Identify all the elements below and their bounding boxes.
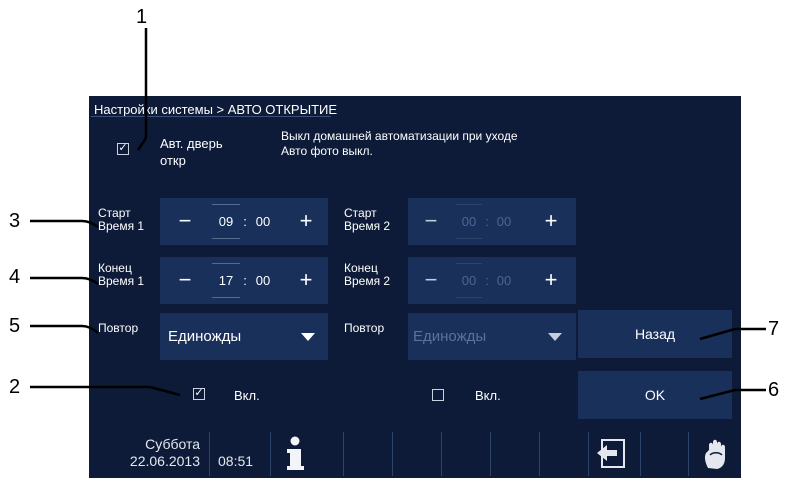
info-icon[interactable] [282, 433, 308, 473]
start-time-1-minute[interactable]: 00 [250, 214, 276, 229]
start-time-1-increment-button[interactable]: + [293, 210, 319, 232]
back-to-screen-icon[interactable] [593, 436, 631, 472]
callout-7: 7 [768, 318, 780, 340]
repeat-1-dropdown-arrow-icon [301, 333, 315, 341]
enable-1-label: Вкл. [234, 388, 260, 403]
status-separator [441, 432, 442, 476]
end-time-1-minute[interactable]: 00 [250, 273, 276, 288]
auto-door-checkbox[interactable]: ✓ [117, 143, 129, 155]
breadcrumb: Настройки системы > АВТО ОТКРЫТИЕ [94, 102, 338, 117]
end-time-1-hour[interactable]: 17 [212, 273, 240, 288]
auto-door-info: Выкл домашней автоматизации при уходе Ав… [281, 129, 518, 158]
status-separator [490, 432, 491, 476]
repeat-1-value: Единожды [168, 328, 242, 345]
end-time-1-increment-button[interactable]: + [293, 269, 319, 291]
end-time-1-hour-rule-bottom [212, 297, 240, 298]
end-time-2-hour[interactable]: 00 [456, 273, 482, 288]
end-time-2-minute[interactable]: 00 [492, 273, 516, 288]
end-time-1-hour-rule-top [212, 263, 240, 264]
start-time-2-minute[interactable]: 00 [492, 214, 516, 229]
repeat-2-label: Повтор [344, 321, 385, 335]
callout-2: 2 [9, 376, 21, 398]
hand-touch-icon[interactable] [701, 436, 733, 472]
start-time-1-label: Старт Время 1 [98, 206, 145, 233]
callout-4: 4 [9, 266, 21, 288]
status-separator [588, 432, 589, 476]
enable-1-checkbox[interactable]: ✓ [193, 388, 205, 400]
status-separator [539, 432, 540, 476]
callout-3: 3 [9, 210, 21, 232]
back-button[interactable]: Назад [578, 310, 732, 358]
callout-5: 5 [9, 315, 21, 337]
end-time-2-colon: : [485, 273, 489, 288]
status-date: Суббота 22.06.2013 [129, 436, 200, 469]
callout-1: 1 [136, 6, 148, 28]
end-time-1-colon: : [243, 273, 247, 288]
status-separator [392, 432, 393, 476]
ok-button[interactable]: OK [578, 371, 732, 419]
repeat-2-dropdown-arrow-icon [548, 333, 562, 341]
start-time-1-decrement-button[interactable]: − [172, 210, 198, 232]
start-time-2-label: Старт Время 2 [344, 206, 391, 233]
repeat-1-label: Повтор [98, 321, 139, 335]
start-time-2-hour-rule-top [456, 204, 482, 205]
header-divider [91, 116, 331, 117]
start-time-1-hour-rule-bottom [212, 238, 240, 239]
end-time-2-increment-button[interactable]: + [538, 269, 564, 291]
enable-2-label: Вкл. [475, 388, 501, 403]
status-separator [640, 432, 641, 476]
start-time-2-colon: : [485, 214, 489, 229]
status-separator [343, 432, 344, 476]
end-time-2-hour-rule-top [456, 263, 482, 264]
auto-door-label: Авт. дверь откр [160, 136, 223, 168]
status-separator [270, 432, 271, 476]
start-time-1-hour-rule-top [212, 204, 240, 205]
enable-2-checkbox[interactable] [432, 389, 444, 401]
status-separator [688, 432, 689, 476]
repeat-2-value: Единожды [413, 328, 487, 345]
start-time-2-hour-rule-bottom [456, 238, 482, 239]
start-time-2-hour[interactable]: 00 [456, 214, 482, 229]
start-time-1-hour[interactable]: 09 [212, 214, 240, 229]
end-time-2-decrement-button[interactable]: − [418, 269, 444, 291]
status-separator [209, 432, 210, 476]
start-time-2-increment-button[interactable]: + [538, 210, 564, 232]
status-time: 08:51 [218, 453, 254, 469]
start-time-1-colon: : [243, 214, 247, 229]
end-time-2-hour-rule-bottom [456, 297, 482, 298]
callout-6: 6 [768, 379, 780, 401]
end-time-1-label: Конец Время 1 [98, 261, 145, 288]
end-time-2-label: Конец Время 2 [344, 261, 391, 288]
end-time-1-decrement-button[interactable]: − [172, 269, 198, 291]
start-time-2-decrement-button[interactable]: − [418, 210, 444, 232]
